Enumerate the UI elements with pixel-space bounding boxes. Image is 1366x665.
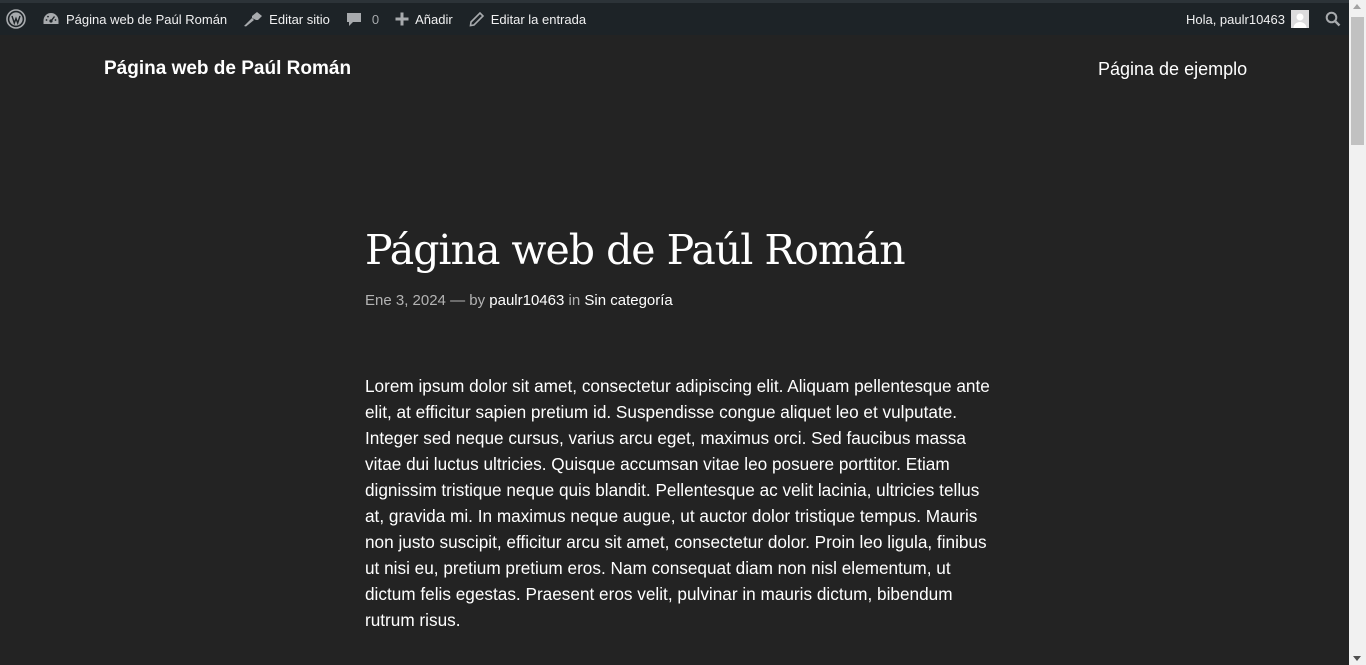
search-icon: [1325, 11, 1341, 27]
post-date[interactable]: Ene 3, 2024: [365, 292, 446, 309]
scroll-up-icon[interactable]: [1353, 4, 1361, 9]
plus-icon: [395, 12, 409, 26]
dashboard-icon: [42, 11, 60, 27]
brush-icon: [243, 11, 263, 27]
add-new-label: Añadir: [415, 11, 453, 27]
post-by-text: — by: [450, 292, 486, 309]
wordpress-menu[interactable]: [0, 3, 34, 35]
user-account-menu[interactable]: Hola, paulr10463: [1178, 3, 1317, 35]
edit-site-label: Editar sitio: [269, 11, 330, 27]
post-category-link[interactable]: Sin categoría: [584, 292, 672, 309]
post-in-text: in: [568, 292, 581, 309]
pencil-icon: [469, 11, 485, 27]
post-meta: Ene 3, 2024 — by paulr10463 in Sin categ…: [365, 292, 990, 309]
post-title: Página web de Paúl Román: [365, 226, 906, 274]
post-content: Lorem ipsum dolor sit amet, consectetur …: [365, 376, 990, 630]
scroll-thumb[interactable]: [1351, 17, 1364, 145]
add-new-menu[interactable]: Añadir: [387, 3, 461, 35]
avatar: [1291, 10, 1309, 28]
comments-link[interactable]: 0: [338, 3, 387, 35]
greeting-label: Hola, paulr10463: [1185, 11, 1285, 27]
edit-post-link[interactable]: Editar la entrada: [461, 3, 594, 35]
wordpress-logo-icon: [6, 9, 26, 29]
site-title[interactable]: Página web de Paúl Román: [104, 58, 351, 80]
post: Página web de Paúl Román Ene 3, 2024 — b…: [365, 222, 990, 650]
edit-site-link[interactable]: Editar sitio: [235, 3, 338, 35]
page-scrollbar[interactable]: [1349, 0, 1366, 665]
edit-post-label: Editar la entrada: [490, 11, 587, 27]
admin-search-button[interactable]: [1317, 3, 1349, 35]
comment-icon: [346, 11, 362, 27]
comments-count: 0: [371, 11, 380, 27]
site-name-label: Página web de Paúl Román: [66, 11, 228, 27]
nav-item-sample-page[interactable]: Página de ejemplo: [1098, 59, 1247, 80]
scroll-down-icon[interactable]: [1353, 656, 1361, 661]
site-name-link[interactable]: Página web de Paúl Román: [34, 3, 235, 35]
admin-bar: Página web de Paúl Román Editar sitio 0 …: [0, 0, 1349, 35]
post-author-link[interactable]: paulr10463: [489, 292, 564, 309]
